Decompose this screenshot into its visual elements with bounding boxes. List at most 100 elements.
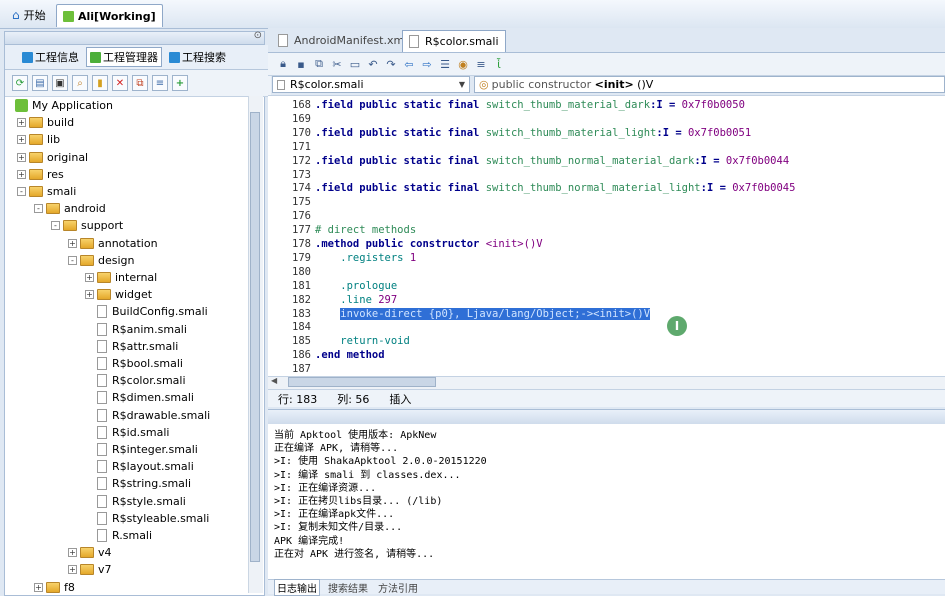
- tab-project-info[interactable]: 工程信息: [19, 48, 82, 66]
- tab-method-references[interactable]: 方法引用: [376, 580, 420, 595]
- tree-item[interactable]: My Application: [15, 97, 113, 114]
- code-line[interactable]: 176: [268, 209, 315, 223]
- expand-icon[interactable]: +: [68, 238, 77, 248]
- bookmark-icon[interactable]: ◉: [456, 57, 470, 71]
- view-icon[interactable]: ▤: [32, 75, 48, 91]
- code-line[interactable]: 169: [268, 112, 315, 126]
- copy-icon[interactable]: ⧉: [132, 75, 148, 91]
- tab-log-output[interactable]: 日志输出: [274, 578, 320, 596]
- tree-item[interactable]: + annotation: [68, 235, 158, 252]
- code-line[interactable]: 185 return-void: [268, 334, 410, 348]
- tab-start[interactable]: ⌂ 开始: [6, 4, 52, 26]
- lock-icon[interactable]: 🔒︎: [276, 57, 290, 71]
- scroll-left-icon[interactable]: ◀: [271, 376, 277, 385]
- class-selector[interactable]: R$color.smali ▼: [272, 76, 470, 93]
- window-icon[interactable]: ▣: [52, 75, 68, 91]
- code-line[interactable]: 175: [268, 195, 315, 209]
- list-icon[interactable]: ≡: [474, 57, 488, 71]
- tree-item[interactable]: R$string.smali: [85, 475, 191, 492]
- tree-item[interactable]: R$dimen.smali: [85, 389, 194, 406]
- collapse-icon[interactable]: -: [68, 255, 77, 265]
- editor-scrollbar-thumb[interactable]: [288, 377, 436, 387]
- tree-scrollbar-thumb[interactable]: [250, 112, 260, 562]
- code-line[interactable]: 181 .prologue: [268, 279, 397, 293]
- expand-icon[interactable]: +: [17, 169, 26, 179]
- tree-item[interactable]: + res: [17, 166, 64, 183]
- tree-item[interactable]: + v4: [68, 544, 112, 561]
- tree-item[interactable]: R$drawable.smali: [85, 407, 210, 424]
- expand-icon[interactable]: +: [85, 290, 94, 300]
- list-icon[interactable]: ≡: [152, 75, 168, 91]
- tree-item[interactable]: - smali: [17, 183, 76, 200]
- refresh-icon[interactable]: ⟳: [12, 75, 28, 91]
- add-icon[interactable]: +: [172, 75, 188, 91]
- tree-item[interactable]: + v7: [68, 561, 112, 578]
- method-selector[interactable]: ◎ public constructor <init> ()V: [474, 76, 945, 93]
- code-line[interactable]: 183 invoke-direct {p0}, Ljava/lang/Objec…: [268, 307, 651, 321]
- tree-item[interactable]: + original: [17, 149, 88, 166]
- tree-item[interactable]: BuildConfig.smali: [85, 303, 208, 320]
- expand-icon[interactable]: +: [85, 273, 94, 282]
- tree-item[interactable]: - android: [34, 200, 106, 217]
- book-icon[interactable]: ▮: [92, 75, 108, 91]
- tree-item[interactable]: - design: [68, 252, 135, 269]
- expand-icon[interactable]: +: [17, 135, 26, 145]
- tree-item[interactable]: R.smali: [85, 527, 152, 544]
- tree-item[interactable]: + internal: [85, 269, 157, 286]
- save-icon[interactable]: ▪: [294, 57, 308, 71]
- tree-item[interactable]: R$layout.smali: [85, 458, 194, 475]
- tree-item[interactable]: R$styleable.smali: [85, 510, 209, 527]
- code-line[interactable]: 178 .method public constructor <init>()V: [268, 237, 543, 251]
- code-line[interactable]: 173: [268, 168, 315, 182]
- tree-item[interactable]: R$integer.smali: [85, 441, 198, 458]
- redo-icon[interactable]: ↷: [384, 57, 398, 71]
- tree-item[interactable]: R$attr.smali: [85, 338, 178, 355]
- code-line[interactable]: 179 .registers 1: [268, 251, 416, 265]
- collapse-icon[interactable]: -: [34, 204, 43, 214]
- back-icon[interactable]: ⇦: [402, 57, 416, 71]
- code-line[interactable]: 177 # direct methods: [268, 223, 416, 237]
- tab-project-manager[interactable]: 工程管理器: [86, 47, 162, 67]
- code-line[interactable]: 172 .field public static final switch_thu…: [268, 154, 789, 168]
- tree-item[interactable]: R$bool.smali: [85, 355, 183, 372]
- expand-icon[interactable]: +: [68, 565, 77, 575]
- tree-item[interactable]: R$id.smali: [85, 424, 169, 441]
- code-line[interactable]: 184: [268, 320, 315, 334]
- tree-item[interactable]: - support: [51, 217, 123, 234]
- code-line[interactable]: 180: [268, 265, 315, 279]
- mark-icon[interactable]: ἷ: [492, 57, 506, 71]
- cut-icon[interactable]: ✂: [330, 57, 344, 71]
- expand-icon[interactable]: +: [34, 582, 43, 592]
- copy-icon[interactable]: ⧉: [312, 57, 326, 71]
- code-line[interactable]: 174 .field public static final switch_thu…: [268, 181, 795, 195]
- tree-item[interactable]: R$anim.smali: [85, 321, 187, 338]
- collapse-icon[interactable]: -: [17, 187, 26, 196]
- expand-icon[interactable]: +: [17, 118, 26, 128]
- tab-android-manifest[interactable]: AndroidManifest.xml: [272, 30, 413, 51]
- code-line[interactable]: 182 .line 297: [268, 293, 397, 307]
- tree-item[interactable]: + f8: [34, 579, 75, 595]
- undo-icon[interactable]: ↶: [366, 57, 380, 71]
- tree-item[interactable]: R$style.smali: [85, 493, 186, 510]
- tree-item[interactable]: R$color.smali: [85, 372, 186, 389]
- tab-rcolor-smali[interactable]: R$color.smali: [402, 30, 506, 52]
- code-line[interactable]: 187: [268, 362, 315, 376]
- tab-project-search[interactable]: 工程搜索: [166, 48, 229, 66]
- expand-icon[interactable]: +: [68, 548, 77, 558]
- code-line[interactable]: 186 .end method: [268, 348, 385, 362]
- delete-icon[interactable]: ✕: [112, 75, 128, 91]
- code-editor[interactable]: 168 .field public static final switch_thu…: [268, 95, 945, 377]
- tab-project[interactable]: Ali[Working]: [56, 4, 163, 27]
- tab-search-results[interactable]: 搜索结果: [326, 580, 370, 595]
- forward-icon[interactable]: ⇨: [420, 57, 434, 71]
- format-icon[interactable]: ☰: [438, 57, 452, 71]
- search-icon[interactable]: ⌕: [72, 75, 88, 91]
- code-line[interactable]: 168 .field public static final switch_thu…: [268, 98, 745, 112]
- tree-item[interactable]: + build: [17, 114, 74, 131]
- paste-icon[interactable]: ▭: [348, 57, 362, 71]
- expand-icon[interactable]: +: [17, 152, 26, 162]
- tree-item[interactable]: + widget: [85, 286, 152, 303]
- collapse-icon[interactable]: -: [51, 221, 60, 231]
- pin-icon[interactable]: ⊙: [254, 30, 262, 41]
- code-line[interactable]: 171: [268, 140, 315, 154]
